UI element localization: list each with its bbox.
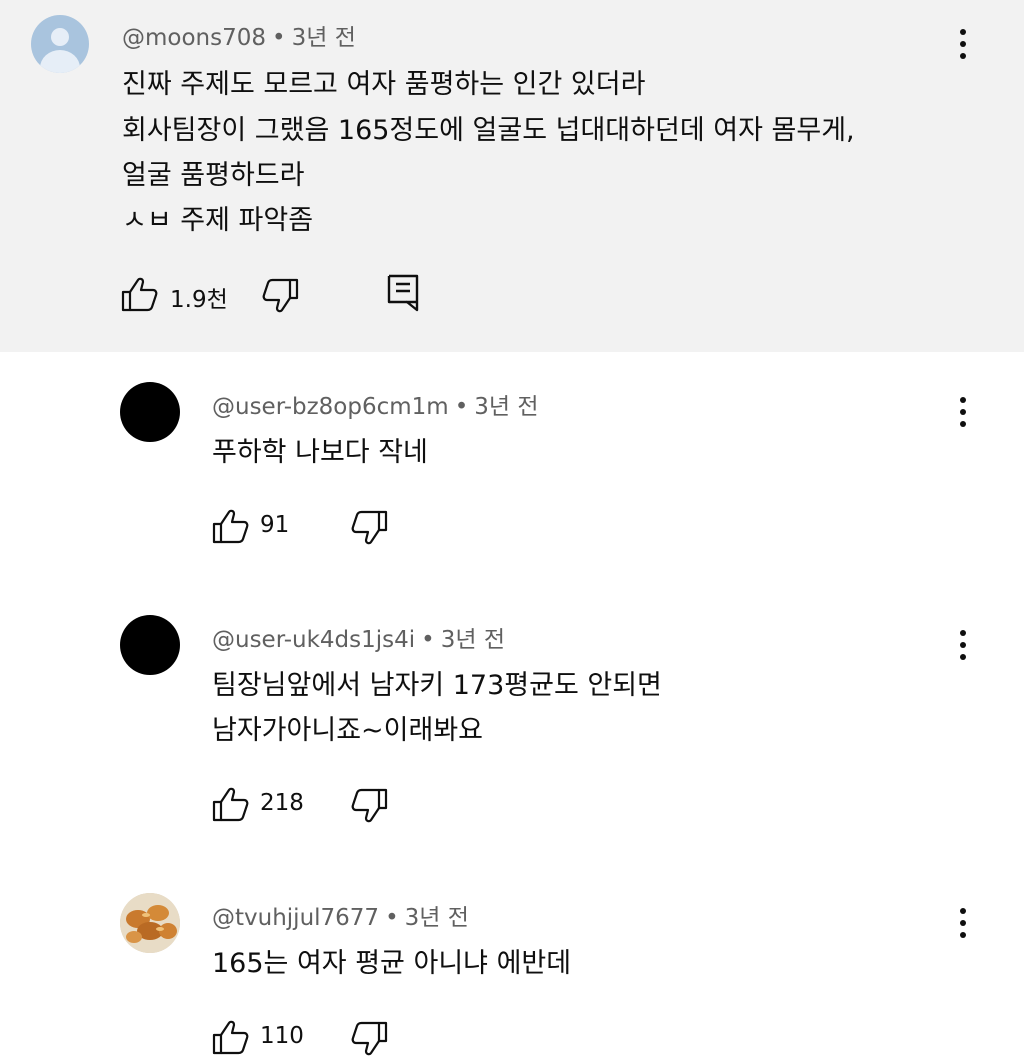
comment-username[interactable]: @moons708 bbox=[122, 25, 266, 51]
thumbs-down-icon[interactable] bbox=[351, 1021, 389, 1057]
comment-text-line: 진짜 주제도 모르고 여자 품평하는 인간 있더라 bbox=[122, 69, 646, 100]
comment-meta: @user-bz8op6cm1m • 3년 전 bbox=[212, 394, 539, 420]
comment-time[interactable]: 3년 전 bbox=[441, 627, 505, 653]
avatar[interactable] bbox=[120, 893, 180, 953]
comment-text-line: 회사팀장이 그랬음 165정도에 얼굴도 넙대대하던데 여자 몸무게, bbox=[122, 115, 855, 146]
avatar[interactable] bbox=[120, 615, 180, 675]
comment-time[interactable]: 3년 전 bbox=[292, 25, 356, 51]
more-vertical-icon[interactable] bbox=[957, 395, 969, 429]
default-avatar-icon bbox=[51, 28, 69, 46]
like-count: 1.9천 bbox=[170, 287, 228, 313]
comment-text-line: 푸하학 나보다 작네 bbox=[212, 437, 428, 468]
comment-meta: @tvuhjjul7677 • 3년 전 bbox=[212, 905, 469, 931]
thumbs-down-icon[interactable] bbox=[262, 278, 300, 314]
thumbs-down-icon[interactable] bbox=[351, 788, 389, 824]
comment-meta: @moons708 • 3년 전 bbox=[122, 25, 356, 51]
more-vertical-icon[interactable] bbox=[957, 628, 969, 662]
comment-text-line: 팀장님앞에서 남자키 173평균도 안되면 bbox=[212, 670, 662, 701]
thumbs-up-icon[interactable] bbox=[211, 508, 249, 544]
comment-meta: @user-uk4ds1js4i • 3년 전 bbox=[212, 627, 505, 653]
comment-username[interactable]: @tvuhjjul7677 bbox=[212, 905, 379, 931]
comment-text-line: 얼굴 품평하드라 bbox=[122, 160, 305, 191]
comment-time[interactable]: 3년 전 bbox=[474, 394, 538, 420]
reply-comment-icon[interactable] bbox=[386, 273, 420, 313]
avatar[interactable] bbox=[31, 15, 89, 73]
like-count: 218 bbox=[260, 790, 304, 816]
more-vertical-icon[interactable] bbox=[957, 906, 969, 940]
comment-time[interactable]: 3년 전 bbox=[405, 905, 469, 931]
like-count: 91 bbox=[260, 512, 290, 538]
comment-text-line: 남자가아니죠~이래봐요 bbox=[212, 715, 484, 746]
comment-username[interactable]: @user-bz8op6cm1m bbox=[212, 394, 449, 420]
thumbs-down-icon[interactable] bbox=[351, 510, 389, 546]
food-photo-avatar-icon bbox=[120, 893, 180, 953]
thumbs-up-icon[interactable] bbox=[211, 786, 249, 822]
thumbs-up-icon[interactable] bbox=[120, 276, 158, 312]
more-vertical-icon[interactable] bbox=[957, 27, 969, 61]
avatar[interactable] bbox=[120, 382, 180, 442]
comment-text-line: 165는 여자 평균 아니냐 에반데 bbox=[212, 948, 572, 979]
thumbs-up-icon[interactable] bbox=[211, 1019, 249, 1055]
comment-text-line: ㅅㅂ 주제 파악좀 bbox=[122, 205, 314, 236]
comment-username[interactable]: @user-uk4ds1js4i bbox=[212, 627, 415, 653]
like-count: 110 bbox=[260, 1023, 304, 1049]
